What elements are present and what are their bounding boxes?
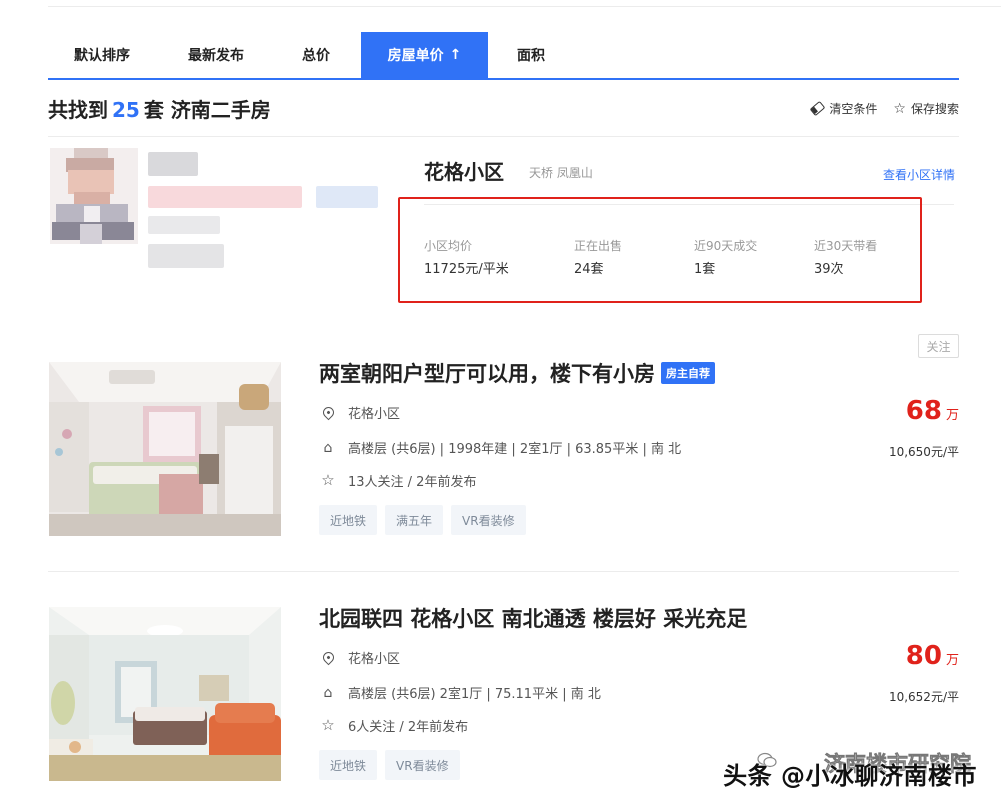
listing-title[interactable]: 北园联四 花格小区 南北通透 楼层好 采光充足	[319, 603, 747, 633]
agent-avatar[interactable]	[50, 148, 138, 244]
clear-filters-button[interactable]: 清空条件	[810, 100, 878, 117]
listing-title-text: 北园联四 花格小区 南北通透 楼层好 采光充足	[319, 607, 748, 631]
stat-sold-90d: 近90天成交 1套	[694, 237, 757, 277]
tab-unit-price[interactable]: 房屋单价 ↑	[361, 32, 488, 78]
result-suffix: 套 济南二手房	[143, 98, 271, 122]
listing-community-row[interactable]: 花格小区	[319, 648, 400, 667]
total-price: 80 万	[906, 641, 959, 671]
house-icon: ⌂	[323, 439, 333, 456]
search-actions: 清空条件 ☆ 保存搜索	[810, 100, 959, 117]
community-name[interactable]: 花格小区	[424, 156, 504, 185]
tab-label: 面积	[517, 48, 545, 64]
agent-phone-blurred	[148, 244, 224, 268]
listing-community: 花格小区	[348, 652, 401, 667]
follow-button[interactable]: 关注	[918, 334, 959, 358]
price-unit: 万	[945, 653, 959, 668]
listing-follow-info: ☆ 6人关注 / 2年前发布	[319, 716, 469, 736]
tab-area[interactable]: 面积	[488, 32, 578, 78]
listing-title[interactable]: 两室朝阳户型厅可以用，楼下有小房 房主自荐	[319, 358, 715, 388]
star-icon: ☆	[893, 100, 906, 117]
stat-label: 正在出售	[574, 239, 623, 253]
house-info-text: 高楼层 (共6层) 2室1厅 | 75.11平米 | 南 北	[348, 687, 601, 702]
agent-name-blurred	[148, 152, 198, 176]
header-divider	[48, 136, 959, 137]
star-icon: ☆	[321, 716, 335, 734]
house-icon: ⌂	[323, 684, 333, 701]
arrow-up-icon: ↑	[449, 47, 462, 63]
tab-label: 默认排序	[74, 48, 130, 64]
agent-badge-blurred	[316, 186, 378, 208]
tab-newest[interactable]: 最新发布	[162, 32, 276, 78]
result-prefix: 共找到	[48, 98, 108, 122]
tag-over-five-years: 满五年	[385, 505, 444, 535]
tab-total-price[interactable]: 总价	[276, 32, 361, 78]
tab-label: 总价	[302, 48, 330, 64]
listing-title-text: 两室朝阳户型厅可以用，楼下有小房	[319, 362, 655, 386]
stat-value: 39次	[814, 262, 844, 277]
watermark: 头条 @小冰聊济南楼市	[723, 762, 977, 790]
clear-filters-label: 清空条件	[829, 102, 878, 116]
sort-tabs: 默认排序 最新发布 总价 房屋单价 ↑ 面积	[48, 32, 959, 80]
follow-info-text: 13人关注 / 2年前发布	[348, 475, 477, 490]
tab-label: 房屋单价	[387, 48, 444, 64]
result-summary: 共找到 25 套 济南二手房	[48, 94, 271, 123]
listing-photo[interactable]	[49, 607, 281, 781]
tag-vr-decor[interactable]: VR看装修	[451, 505, 526, 535]
follow-info-text: 6人关注 / 2年前发布	[348, 720, 469, 735]
listing-tags: 近地铁 满五年 VR看装修	[319, 505, 526, 535]
listing-divider	[48, 571, 959, 572]
listing-community: 花格小区	[348, 407, 401, 422]
save-search-label: 保存搜索	[910, 102, 959, 116]
price-unit: 万	[945, 408, 959, 423]
price-number: 68	[905, 396, 942, 426]
stat-on-sale: 正在出售 24套	[574, 237, 622, 277]
community-area: 天桥 凤凰山	[529, 166, 593, 180]
pin-icon	[319, 404, 337, 421]
listing-follow-info: ☆ 13人关注 / 2年前发布	[319, 471, 477, 491]
listing-house-info: ⌂ 高楼层 (共6层) | 1998年建 | 2室1厅 | 63.85平米 | …	[319, 438, 682, 458]
owner-recommend-badge: 房主自荐	[661, 362, 715, 384]
stat-value: 11725元/平米	[424, 262, 509, 277]
listing-house-info: ⌂ 高楼层 (共6层) 2室1厅 | 75.11平米 | 南 北	[319, 683, 601, 703]
stat-viewings-30d: 近30天带看 39次	[814, 237, 877, 277]
stat-avg-price: 小区均价 11725元/平米	[424, 237, 509, 277]
listing-photo[interactable]	[49, 362, 281, 536]
total-price: 68 万	[906, 396, 959, 426]
house-info-text: 高楼层 (共6层) | 1998年建 | 2室1厅 | 63.85平米 | 南 …	[348, 442, 682, 457]
unit-price: 10,650元/平	[888, 445, 959, 459]
tab-label: 最新发布	[188, 48, 244, 64]
stat-value: 1套	[694, 262, 716, 277]
tab-default-sort[interactable]: 默认排序	[48, 32, 162, 78]
community-detail-link[interactable]: 查看小区详情	[883, 166, 955, 183]
tag-vr-decor[interactable]: VR看装修	[385, 750, 460, 780]
stat-label: 近30天带看	[814, 239, 878, 253]
result-count: 25	[112, 98, 140, 122]
listing-tags: 近地铁 VR看装修	[319, 750, 460, 780]
tag-near-subway: 近地铁	[319, 750, 378, 780]
eraser-icon	[810, 100, 826, 117]
star-icon: ☆	[321, 471, 335, 489]
stat-label: 小区均价	[424, 239, 473, 253]
stat-label: 近90天成交	[694, 239, 758, 253]
tag-near-subway: 近地铁	[319, 505, 378, 535]
save-search-button[interactable]: ☆ 保存搜索	[893, 100, 959, 117]
agent-title-blurred	[148, 186, 302, 208]
stat-value: 24套	[574, 262, 604, 277]
top-divider	[48, 6, 1001, 7]
unit-price: 10,652元/平	[888, 690, 959, 704]
community-stats-box: 小区均价 11725元/平米 正在出售 24套 近90天成交 1套 近30天带看…	[398, 197, 922, 303]
pin-icon	[319, 649, 337, 666]
listing-community-row[interactable]: 花格小区	[319, 403, 400, 422]
agent-line-blurred	[148, 216, 220, 234]
price-number: 80	[905, 641, 942, 671]
